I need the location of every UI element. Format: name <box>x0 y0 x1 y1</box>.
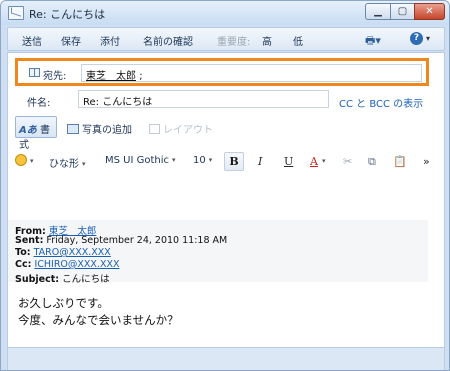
quoted-header: From: 東芝 太郎 Sent: Friday, September 24, … <box>8 220 428 285</box>
quoted-sent: Sent: Friday, September 24, 2010 11:18 A… <box>15 235 227 246</box>
main-toolbar: 送信 保存 添付 名前の確認 重要度: 高 低 🖶▾ ? ▾ <box>7 27 445 51</box>
quoted-sent-value: Friday, September 24, 2010 11:18 AM <box>46 235 228 246</box>
maximize-icon: ▢ <box>397 6 408 17</box>
subject-value: Re: こんにちは <box>83 97 153 108</box>
importance-label: 重要度: <box>217 37 251 48</box>
to-label[interactable]: 宛先: <box>43 67 66 82</box>
subject-field[interactable]: Re: こんにちは <box>78 90 329 108</box>
more-options-button[interactable]: » <box>423 155 430 168</box>
window-title: Re: こんにちは <box>29 8 106 21</box>
photo-icon <box>67 124 79 134</box>
subject-label: 件名: <box>27 98 51 109</box>
body-line-2[interactable]: 今度、みんなで会いませんか？ <box>18 312 179 328</box>
quoted-to: To: TARO@XXX.XXX <box>15 247 111 258</box>
to-recipient[interactable]: 東芝 太郎 <box>86 71 136 82</box>
check-names-button[interactable]: 名前の確認 <box>143 33 193 48</box>
compose-area: 宛先: 東芝 太郎 ; 件名: Re: こんにちは CC と BCC の表示 A… <box>7 52 445 370</box>
save-button[interactable]: 保存 <box>61 33 81 48</box>
quoted-subject-label: Subject: <box>15 274 60 285</box>
close-button[interactable]: ✕ <box>414 3 445 20</box>
title-bar[interactable]: Re: こんにちは ▁ ▢ ✕ <box>1 1 449 25</box>
layout-button: レイアウト <box>149 121 213 136</box>
quoted-subject: Subject: こんにちは <box>15 271 110 285</box>
send-button[interactable]: 送信 <box>22 33 42 48</box>
font-size-dropdown[interactable]: 10 ▾ <box>193 155 212 166</box>
show-cc-bcc-link[interactable]: CC と BCC の表示 <box>339 95 423 110</box>
importance-high-button[interactable]: 高 <box>262 33 272 48</box>
add-photo-label: 写真の追加 <box>82 125 132 136</box>
quoted-cc-link[interactable]: ICHIRO@XXX.XXX <box>34 259 119 270</box>
close-icon: ✕ <box>425 6 434 17</box>
font-family-value: MS UI Gothic <box>105 155 170 166</box>
stationery-value: ひな形 <box>49 159 79 170</box>
font-color-dropdown-icon[interactable]: ▾ <box>322 157 326 165</box>
italic-button[interactable]: I <box>258 155 262 168</box>
minimize-button[interactable]: ▁ <box>365 3 391 20</box>
quoted-to-label: To: <box>15 247 31 258</box>
underline-button[interactable]: U <box>284 155 293 168</box>
emoticon-icon[interactable] <box>15 154 27 166</box>
to-field-highlight: 宛先: 東芝 太郎 ; <box>15 58 429 86</box>
copy-icon[interactable]: ⧉ <box>368 155 376 169</box>
to-separator: ; <box>139 71 143 82</box>
to-field[interactable]: 東芝 太郎 ; <box>81 64 422 82</box>
help-dropdown-icon[interactable]: ▾ <box>426 34 430 43</box>
body-line-1[interactable]: お久しぶりです。 <box>18 295 109 311</box>
font-color-button[interactable]: A <box>310 155 318 168</box>
add-photo-button[interactable]: 写真の追加 <box>67 121 132 136</box>
quoted-subject-value: こんにちは <box>62 274 110 285</box>
attach-button[interactable]: 添付 <box>100 33 120 48</box>
emoticon-dropdown-icon[interactable]: ▾ <box>30 157 34 165</box>
bold-button[interactable]: B <box>224 152 244 171</box>
importance-low-button[interactable]: 低 <box>293 33 303 48</box>
layout-icon <box>149 124 160 134</box>
help-icon[interactable]: ? <box>410 32 423 45</box>
font-size-value: 10 <box>193 155 206 166</box>
status-strip <box>8 347 444 370</box>
format-button[interactable]: Aあ 書式 <box>15 116 57 151</box>
format-icon: Aあ <box>19 125 37 136</box>
maximize-button[interactable]: ▢ <box>390 3 415 20</box>
quoted-sent-label: Sent: <box>15 235 44 246</box>
address-book-icon[interactable] <box>29 68 40 77</box>
format-toolbar: ▾ ひな形 ▾ MS UI Gothic ▾ 10 ▾ B I U A ▾ ✂ ⧉ 📋… <box>8 149 444 173</box>
font-family-dropdown[interactable]: MS UI Gothic ▾ <box>105 155 176 166</box>
paste-icon[interactable]: 📋 <box>393 155 407 168</box>
cut-icon[interactable]: ✂ <box>343 155 352 168</box>
mail-app-icon <box>8 6 24 20</box>
layout-label: レイアウト <box>163 125 213 136</box>
minimize-icon: ▁ <box>374 6 382 17</box>
print-menu-icon[interactable]: 🖶▾ <box>365 32 381 51</box>
quoted-cc-label: Cc: <box>15 259 32 270</box>
quoted-to-link[interactable]: TARO@XXX.XXX <box>34 247 111 258</box>
stationery-dropdown[interactable]: ひな形 ▾ <box>49 155 86 170</box>
message-window: Re: こんにちは ▁ ▢ ✕ 送信 保存 添付 名前の確認 重要度: 高 低 … <box>0 0 450 371</box>
quoted-cc: Cc: ICHIRO@XXX.XXX <box>15 259 119 270</box>
